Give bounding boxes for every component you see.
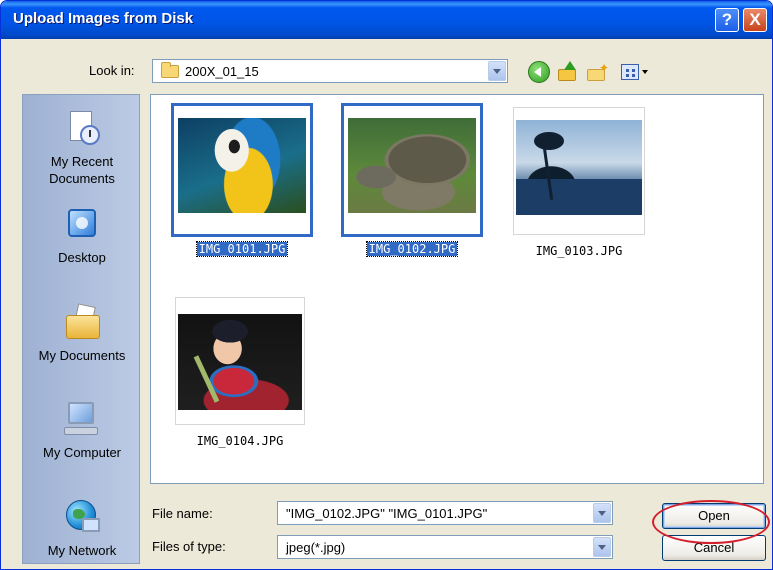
chevron-down-icon[interactable] — [593, 537, 611, 557]
places-bar: My Recent Documents Desktop My Documents… — [22, 94, 140, 564]
look-in-label: Look in: — [89, 63, 135, 78]
help-button[interactable]: ? — [715, 8, 739, 32]
place-label: Documents — [49, 171, 115, 186]
desktop-icon — [62, 205, 102, 245]
upload-dialog: Upload Images from Disk ? X Look in: 200… — [0, 0, 773, 570]
my-computer-icon — [62, 400, 102, 440]
cancel-button[interactable]: Cancel — [662, 535, 766, 561]
files-of-type-value: jpeg(*.jpg) — [286, 540, 346, 555]
my-documents-icon — [62, 303, 102, 343]
back-icon[interactable] — [528, 61, 550, 83]
place-label: My Recent — [50, 154, 114, 169]
place-desktop[interactable]: Desktop — [23, 205, 141, 266]
views-menu-icon[interactable] — [621, 61, 649, 83]
files-of-type-select[interactable]: jpeg(*.jpg) — [277, 535, 613, 559]
place-my-documents[interactable]: My Documents — [23, 303, 141, 364]
recent-documents-icon — [62, 109, 102, 149]
file-name-label: IMG_0101.JPG — [195, 241, 289, 257]
close-button[interactable]: X — [743, 8, 767, 32]
look-in-combo[interactable]: 200X_01_15 — [152, 59, 508, 83]
chevron-down-icon[interactable] — [488, 61, 506, 81]
place-label: Desktop — [58, 250, 106, 265]
place-label: My Documents — [38, 348, 126, 363]
files-of-type-label: Files of type: — [152, 539, 226, 554]
tortoise-photo — [348, 118, 476, 213]
file-name-label: IMG_0104.JPG — [196, 434, 284, 448]
up-folder-icon[interactable] — [558, 61, 580, 83]
chevron-down-icon[interactable] — [593, 503, 611, 523]
place-my-network[interactable]: My Network — [23, 498, 141, 559]
dialog-title: Upload Images from Disk — [13, 10, 194, 27]
thumbnail-frame — [175, 297, 305, 425]
beach-photo — [516, 120, 642, 215]
open-button[interactable]: Open — [662, 503, 766, 529]
my-network-icon — [62, 498, 102, 538]
child-photo — [178, 314, 302, 410]
title-bar[interactable]: Upload Images from Disk ? X — [1, 1, 772, 39]
look-in-value: 200X_01_15 — [185, 64, 259, 79]
place-my-recent-documents[interactable]: My Recent Documents — [23, 109, 141, 187]
file-name-label: IMG_0103.JPG — [535, 244, 623, 258]
file-name-field-label: File name: — [152, 506, 213, 521]
place-label: My Network — [47, 543, 117, 558]
thumbnail-frame — [171, 103, 313, 237]
thumbnail-frame — [513, 107, 645, 235]
file-name-value: "IMG_0102.JPG" "IMG_0101.JPG" — [286, 506, 488, 521]
folder-icon — [161, 62, 179, 78]
place-label: My Computer — [42, 445, 122, 460]
thumbnail-frame — [341, 103, 483, 237]
file-list[interactable]: IMG_0101.JPG IMG_0102.JPG IMG_0103.JPG I… — [150, 94, 764, 484]
parrot-photo — [178, 118, 306, 213]
file-name-label: IMG_0102.JPG — [365, 241, 459, 257]
file-name-input[interactable]: "IMG_0102.JPG" "IMG_0101.JPG" — [277, 501, 613, 525]
new-folder-icon[interactable]: ✦ — [587, 61, 609, 83]
place-my-computer[interactable]: My Computer — [23, 400, 141, 461]
